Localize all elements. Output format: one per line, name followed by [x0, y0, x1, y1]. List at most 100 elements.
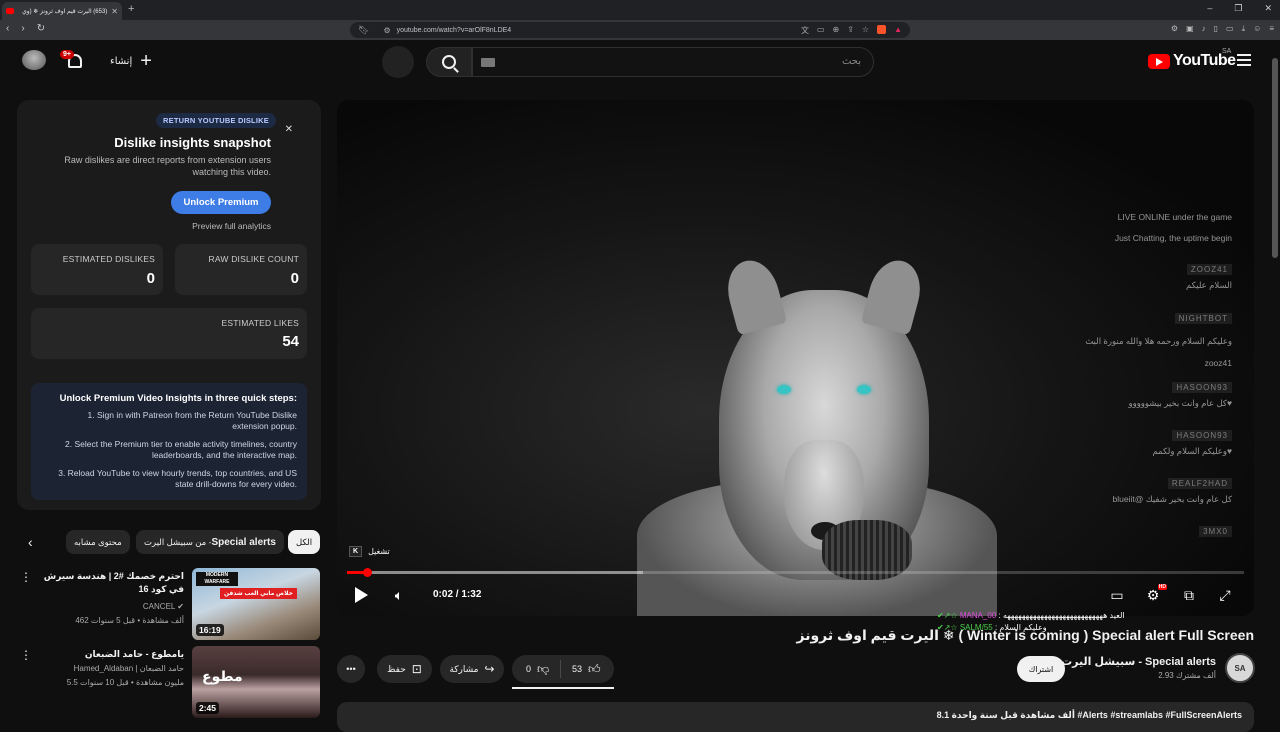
dislike-button[interactable]: 0 👎︎: [526, 662, 549, 677]
share-label: مشاركة: [449, 663, 479, 674]
premium-steps-box: Unlock Premium Video Insights in three q…: [31, 383, 307, 500]
ticker-text: العيد هههههههههههههههههههههههههههه: [1002, 611, 1125, 620]
rec-channel[interactable]: Hamed_Aldaban | حامد الضبعان: [74, 664, 184, 673]
stat-label: ESTIMATED DISLIKES: [62, 254, 155, 264]
preview-analytics-link[interactable]: Preview full analytics: [192, 221, 271, 231]
site-info-icon[interactable]: ⚙︎: [383, 26, 390, 35]
captions-button[interactable]: ▭: [1107, 586, 1127, 604]
chip-from-channel[interactable]: من سبيشل اليرت - Special alerts: [136, 530, 284, 554]
recommendation-chips: ‹ محتوى مشابه من سبيشل اليرت - Special a…: [24, 530, 321, 556]
translate-icon[interactable]: 文: [801, 25, 809, 36]
chip-related[interactable]: محتوى مشابه: [66, 530, 130, 554]
extension-icon[interactable]: ⚙︎: [1171, 24, 1178, 34]
menu-icon[interactable]: ≡: [1269, 24, 1274, 34]
channel-name[interactable]: سبيشل اليرت - Special alerts: [1061, 655, 1216, 668]
search-button[interactable]: [426, 47, 472, 77]
share-page-icon[interactable]: ⇪: [847, 25, 854, 36]
keyboard-icon[interactable]: [481, 58, 495, 67]
zoom-icon[interactable]: ⊕: [833, 25, 840, 36]
list-item[interactable]: ⋮ يامطوع - حامد الضبعان Hamed_Aldaban | …: [16, 646, 320, 718]
wallet-icon[interactable]: ▭: [1226, 24, 1234, 34]
list-item[interactable]: ⋮ احترم خصمك #2 | هندسة سيرش في كود 16 C…: [16, 568, 320, 640]
maximize-icon[interactable]: ❐: [1234, 3, 1242, 14]
notifications-button[interactable]: 9+: [60, 50, 84, 70]
chat-user: NIGHTBOT: [1174, 313, 1232, 324]
reload-icon[interactable]: ↻: [37, 23, 45, 34]
chip-all[interactable]: الكل: [288, 530, 321, 554]
share-button[interactable]: مشاركة ↪︎: [440, 655, 504, 683]
scrubber-handle[interactable]: [362, 568, 372, 577]
more-vert-icon[interactable]: ⋮: [20, 570, 32, 584]
ticker-icon: ✔︎↗☆: [937, 611, 958, 620]
rec-channel[interactable]: CANCEL ✔︎: [143, 602, 184, 611]
subscriber-count: 2.93 ألف مشترك: [1158, 671, 1216, 680]
search-input[interactable]: بحث: [472, 47, 874, 77]
save-label: حفظ: [387, 663, 406, 674]
volume-button[interactable]: 🔈︎: [389, 584, 409, 606]
verified-icon: ✔︎: [177, 602, 184, 611]
chip-channel: Special alerts: [211, 536, 276, 548]
close-icon[interactable]: ✕: [285, 124, 293, 135]
description-box[interactable]: 8.1 ألف مشاهدة قبل سنة واحدة #Alerts #st…: [337, 702, 1254, 732]
rec-title[interactable]: احترم خصمك #2 | هندسة سيرش في كود 16: [34, 570, 184, 596]
url-text: youtube.com/watch?v=arOlF8nLDE4: [396, 26, 512, 34]
extension-icon[interactable]: ▣: [1186, 24, 1194, 34]
video-player[interactable]: LIVE ONLINE under the game Just Chatting…: [337, 100, 1254, 616]
rec-thumbnail[interactable]: مطوع 2:45: [192, 646, 320, 718]
rec-meta: 462 ألف مشاهدة • قبل 5 سنوات: [75, 616, 184, 625]
extension-icon[interactable]: ♪: [1202, 24, 1206, 34]
miniplayer-button[interactable]: ⧉: [1179, 586, 1199, 604]
save-button[interactable]: حفظ ⊡: [377, 655, 432, 683]
new-tab-icon[interactable]: +: [128, 3, 134, 15]
star-icon[interactable]: ☆: [862, 25, 869, 36]
like-count: 53: [572, 664, 583, 674]
guide-menu-icon[interactable]: [1237, 54, 1251, 66]
profile-icon[interactable]: ☺: [1253, 24, 1261, 34]
brave-rewards-icon[interactable]: ▲: [894, 25, 902, 36]
play-button[interactable]: [349, 584, 373, 606]
more-actions-button[interactable]: •••: [337, 655, 365, 683]
chat-line: كل عام وانت بخير بيشووووو♥: [1128, 398, 1232, 408]
address-bar[interactable]: 🔖︎ ⚙︎ youtube.com/watch?v=arOlF8nLDE4 文 …: [350, 22, 910, 38]
create-label: إنشاء: [110, 55, 133, 67]
tab-close-icon[interactable]: ✕: [111, 7, 118, 16]
like-button[interactable]: 53 👍︎: [572, 662, 601, 677]
thumb-text: خلاص مابي العب شدفن: [220, 588, 297, 599]
plus-icon: +: [140, 50, 152, 72]
minimize-icon[interactable]: –: [1207, 3, 1212, 14]
voice-search-button[interactable]: [382, 46, 689, 437]
rec-title[interactable]: يامطوع - حامد الضبعان: [34, 648, 184, 661]
like-underline: [512, 687, 614, 689]
brave-shield-icon[interactable]: [877, 24, 887, 34]
avatar[interactable]: [22, 50, 46, 70]
create-button[interactable]: إنشاء +: [110, 50, 152, 72]
ticker-user: MANA_00: [959, 611, 997, 620]
youtube-logo[interactable]: YouTube SA: [1148, 48, 1236, 70]
downloads-icon[interactable]: ⤓: [1242, 24, 1246, 34]
cast-icon[interactable]: ▭: [817, 25, 825, 36]
dislike-insights-panel: RETURN YOUTUBE DISLIKE ✕ Dislike insight…: [17, 100, 321, 510]
unlock-premium-button[interactable]: Unlock Premium: [171, 191, 271, 214]
browser-tab[interactable]: (653) اليرت قيم اوف ثرونز ❄ (وي ✕: [2, 2, 122, 20]
sidebar-icon[interactable]: ▯: [1214, 24, 1218, 34]
miniplayer-icon: ⧉: [1184, 586, 1194, 603]
chevron-left-icon[interactable]: ‹: [28, 534, 33, 550]
page-scrollbar[interactable]: [1272, 44, 1278, 714]
search-icon: [442, 55, 456, 69]
progress-bar[interactable]: [347, 568, 1244, 577]
fullscreen-button[interactable]: ⤢: [1215, 586, 1235, 604]
shortcut-key: K: [349, 546, 363, 557]
scrollbar-thumb[interactable]: [1272, 58, 1278, 258]
bookmark-icon[interactable]: 🔖︎: [358, 25, 369, 36]
bookmark-icon: ⊡: [411, 662, 422, 676]
rec-thumbnail[interactable]: MODERN WARFARE خلاص مابي العب شدفن 16:19: [192, 568, 320, 640]
settings-button[interactable]: ⚙︎ HD: [1143, 584, 1167, 604]
subscribe-button[interactable]: اشتراك: [1017, 656, 1065, 682]
channel-avatar[interactable]: SA: [1225, 653, 1255, 683]
forward-icon[interactable]: ›: [21, 23, 24, 34]
step-item: 2. Select the Premium tier to enable act…: [65, 439, 297, 460]
back-icon[interactable]: ‹: [6, 23, 9, 34]
close-window-icon[interactable]: ✕: [1264, 3, 1272, 14]
more-vert-icon[interactable]: ⋮: [20, 648, 32, 662]
stat-value: 54: [282, 333, 299, 350]
